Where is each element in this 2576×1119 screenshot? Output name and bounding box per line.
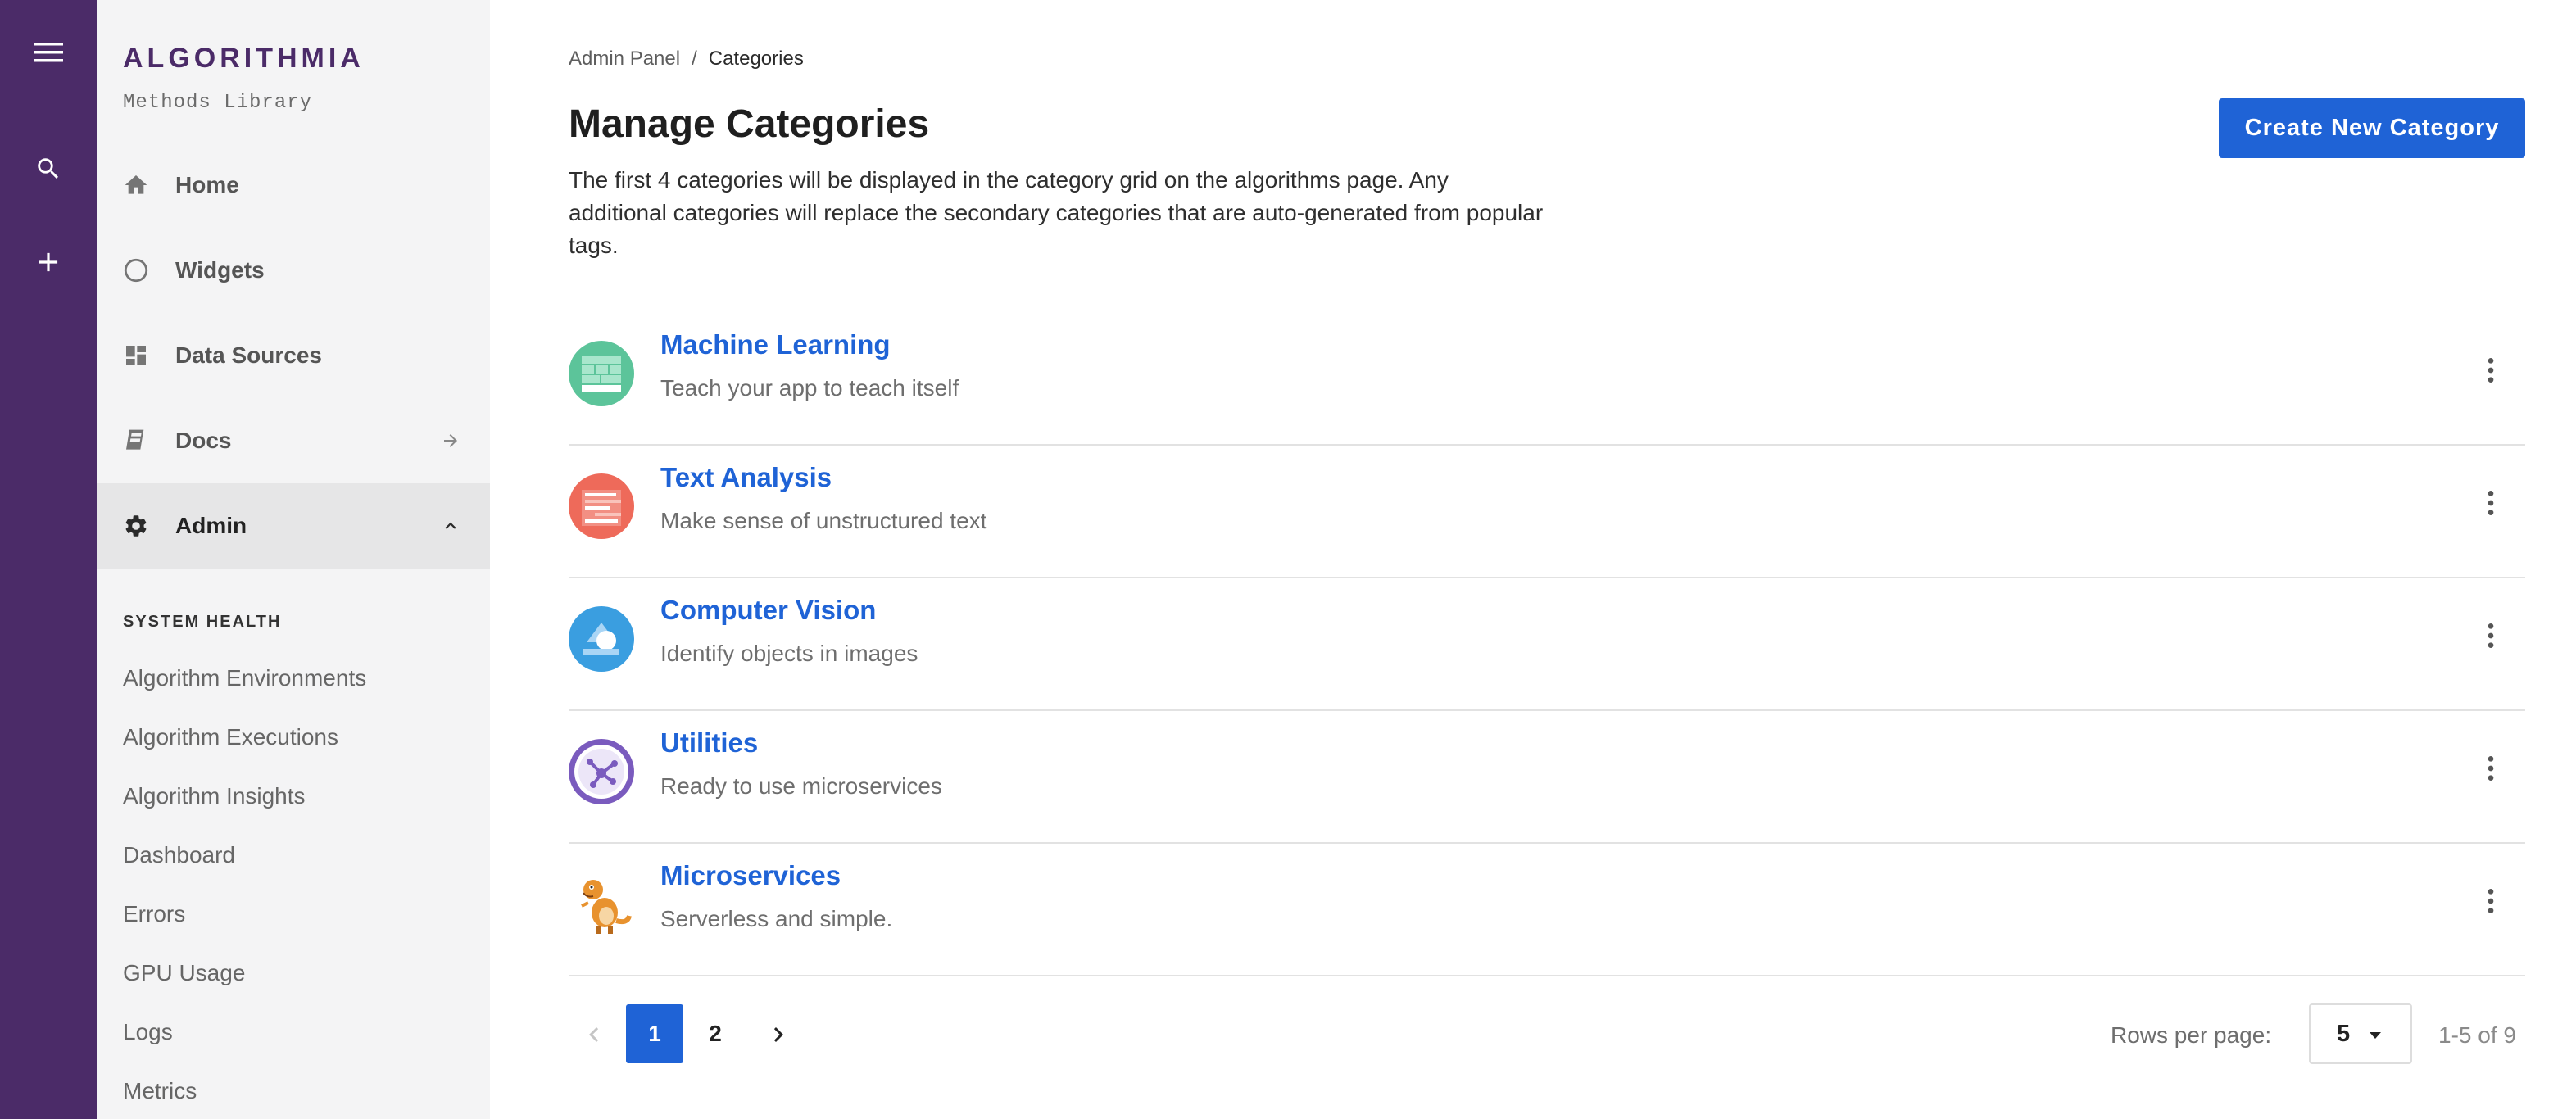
text-analysis-icon [569, 473, 634, 539]
brand-subtitle: Methods Library [123, 92, 313, 114]
gear-icon [121, 511, 151, 541]
sidebar-item-label: Home [175, 172, 239, 197]
sidebar-subitem-algorithm-executions[interactable]: Algorithm Executions [123, 724, 338, 750]
book-icon [121, 426, 151, 455]
more-vert-icon[interactable] [2466, 744, 2515, 793]
sidebar-subitem-dashboard[interactable]: Dashboard [123, 842, 235, 868]
home-icon [121, 170, 151, 200]
category-description: Make sense of unstructured text [660, 508, 987, 533]
page-button-2[interactable]: 2 [687, 1004, 744, 1063]
list-item: Text Analysis Make sense of unstructured… [569, 446, 2525, 578]
sidebar-item-admin[interactable]: Admin [97, 483, 490, 569]
arrow-right-icon [439, 429, 462, 452]
search-icon[interactable] [16, 136, 81, 202]
category-description: Ready to use microservices [660, 773, 942, 799]
pagination-range: 1-5 of 9 [2438, 1022, 2516, 1048]
breadcrumb-separator: / [692, 48, 697, 70]
utilities-icon [569, 739, 634, 804]
menu-icon[interactable] [16, 20, 81, 85]
icon-rail [0, 0, 97, 1119]
sidebar-item-home[interactable]: Home [97, 143, 490, 228]
more-vert-icon[interactable] [2466, 478, 2515, 528]
category-name[interactable]: Microservices [660, 860, 841, 891]
list-item: Utilities Ready to use microservices [569, 711, 2525, 844]
page-title: Manage Categories [569, 102, 930, 146]
chevron-left-icon[interactable] [574, 1014, 615, 1055]
sidebar-item-docs[interactable]: Docs [97, 398, 490, 483]
circle-icon [121, 256, 151, 285]
category-description: Teach your app to teach itself [660, 375, 959, 401]
breadcrumb-current: Categories [708, 48, 804, 70]
sidebar-item-label: Widgets [175, 257, 265, 283]
section-heading-system-health: SYSTEM HEALTH [123, 613, 282, 631]
plus-icon[interactable] [16, 229, 81, 295]
sidebar-item-label: Data Sources [175, 342, 322, 368]
breadcrumb-admin-panel[interactable]: Admin Panel [569, 48, 680, 70]
machine-learning-icon [569, 341, 634, 406]
create-new-category-button[interactable]: Create New Category [2219, 98, 2525, 158]
sidebar-subitem-errors[interactable]: Errors [123, 901, 185, 927]
more-vert-icon[interactable] [2466, 346, 2515, 395]
sidebar-item-data-sources[interactable]: Data Sources [97, 313, 490, 398]
chevron-right-icon[interactable] [758, 1014, 799, 1055]
category-name[interactable]: Text Analysis [660, 462, 832, 493]
page-description: The first 4 categories will be displayed… [569, 167, 1544, 258]
chevron-up-icon [439, 514, 462, 537]
category-name[interactable]: Computer Vision [660, 595, 876, 626]
dashboard-grid-icon [121, 341, 151, 370]
list-item: Computer Vision Identify objects in imag… [569, 578, 2525, 711]
sidebar-subitem-gpu-usage[interactable]: GPU Usage [123, 960, 245, 986]
sidebar: ALGORITHMIA Methods Library Home Widgets… [97, 0, 490, 1119]
category-description: Serverless and simple. [660, 906, 893, 931]
category-name[interactable]: Machine Learning [660, 329, 891, 360]
list-item: Machine Learning Teach your app to teach… [569, 313, 2525, 446]
page-button-1[interactable]: 1 [626, 1004, 683, 1063]
category-name[interactable]: Utilities [660, 727, 758, 759]
computer-vision-icon [569, 606, 634, 672]
sidebar-item-label: Admin [175, 513, 247, 538]
list-item: Microservices Serverless and simple. [569, 844, 2525, 976]
sidebar-item-label: Docs [175, 428, 232, 453]
rows-per-page-value: 5 [2337, 1020, 2351, 1047]
brand-logo[interactable]: ALGORITHMIA [123, 43, 365, 75]
rows-per-page-label: Rows per page: [2111, 1022, 2272, 1048]
sidebar-item-widgets[interactable]: Widgets [97, 228, 490, 313]
breadcrumb: Admin Panel / Categories [569, 48, 804, 70]
sidebar-subitem-metrics[interactable]: Metrics [123, 1078, 197, 1104]
sidebar-subitem-algorithm-environments[interactable]: Algorithm Environments [123, 665, 366, 691]
rows-per-page-select[interactable]: 5 [2309, 1003, 2412, 1064]
category-description: Identify objects in images [660, 641, 918, 666]
dinosaur-mascot-icon [569, 872, 634, 937]
more-vert-icon[interactable] [2466, 877, 2515, 926]
sidebar-subitem-logs[interactable]: Logs [123, 1019, 173, 1045]
caret-down-icon [2368, 1030, 2383, 1044]
more-vert-icon[interactable] [2466, 611, 2515, 660]
sidebar-subitem-algorithm-insights[interactable]: Algorithm Insights [123, 783, 306, 809]
